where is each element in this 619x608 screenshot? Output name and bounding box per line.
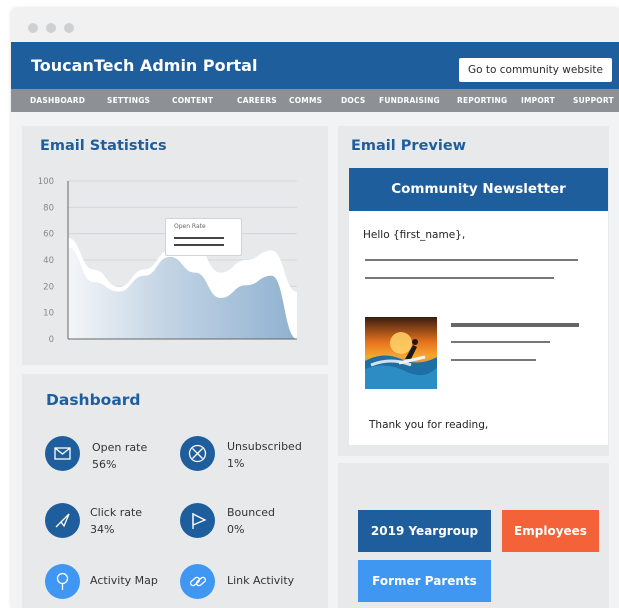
email-preview-title: Email Preview <box>351 138 467 154</box>
tag-2019-yeargroup[interactable]: 2019 Yeargroup <box>358 510 491 552</box>
envelope-icon <box>45 436 80 471</box>
chart-y-ticks: 10080604020100 <box>38 177 54 345</box>
cross-icon <box>180 436 215 471</box>
map-pin-icon[interactable] <box>45 564 80 599</box>
bounced-value: 0% <box>227 523 245 536</box>
pointer-icon <box>45 503 80 538</box>
newsletter-greeting: Hello {first_name}, <box>363 229 466 241</box>
chart-y-tick-label: 80 <box>43 203 54 213</box>
tag-former-parents[interactable]: Former Parents <box>358 560 491 602</box>
unsubscribed-value: 1% <box>227 457 245 470</box>
dashboard-title: Dashboard <box>46 391 141 409</box>
surfer-image <box>365 317 437 389</box>
bounced-label: Bounced <box>227 506 276 519</box>
chart-y-tick-label: 40 <box>43 256 54 266</box>
tooltip-label: Open Rate <box>174 223 206 230</box>
tooltip-line <box>174 244 224 246</box>
activity-map-link[interactable]: Activity Map <box>90 574 158 587</box>
link-activity-link[interactable]: Link Activity <box>227 574 294 587</box>
app-window: ToucanTech Admin Portal Go to community … <box>11 8 619 608</box>
groups-card: 2019 Yeargroup Employees Former Parents <box>338 463 609 608</box>
tooltip-line <box>174 237 224 239</box>
flag-icon <box>180 503 215 538</box>
placeholder-text-line <box>365 259 578 261</box>
link-icon[interactable] <box>180 564 215 599</box>
chart-y-tick-label: 20 <box>43 282 54 292</box>
unsubscribed-label: Unsubscribed <box>227 440 302 453</box>
tag-employees[interactable]: Employees <box>502 510 599 552</box>
chart-y-tick-label: 100 <box>38 177 54 187</box>
placeholder-text-line <box>365 277 554 279</box>
open-rate-value: 56% <box>92 458 117 471</box>
placeholder-text-line <box>451 359 536 361</box>
click-rate-label: Click rate <box>90 506 143 519</box>
chart-y-tick-label: 60 <box>43 230 54 240</box>
newsletter-title: Community Newsletter <box>349 168 608 211</box>
chart-y-tick-label: 10 <box>43 309 54 319</box>
newsletter-preview: Community Newsletter Hello {first_name}, <box>349 168 608 445</box>
chart-tooltip: Open Rate <box>165 218 242 256</box>
click-rate-value: 34% <box>90 523 115 536</box>
placeholder-heading-line <box>451 323 579 327</box>
placeholder-text-line <box>451 341 550 343</box>
dashboard-card: Dashboard Open rate 56% Unsubscribed 1% … <box>22 374 328 608</box>
open-rate-label: Open rate <box>92 441 148 454</box>
newsletter-closing: Thank you for reading, <box>369 419 489 431</box>
chart-y-tick-label: 0 <box>49 335 54 345</box>
